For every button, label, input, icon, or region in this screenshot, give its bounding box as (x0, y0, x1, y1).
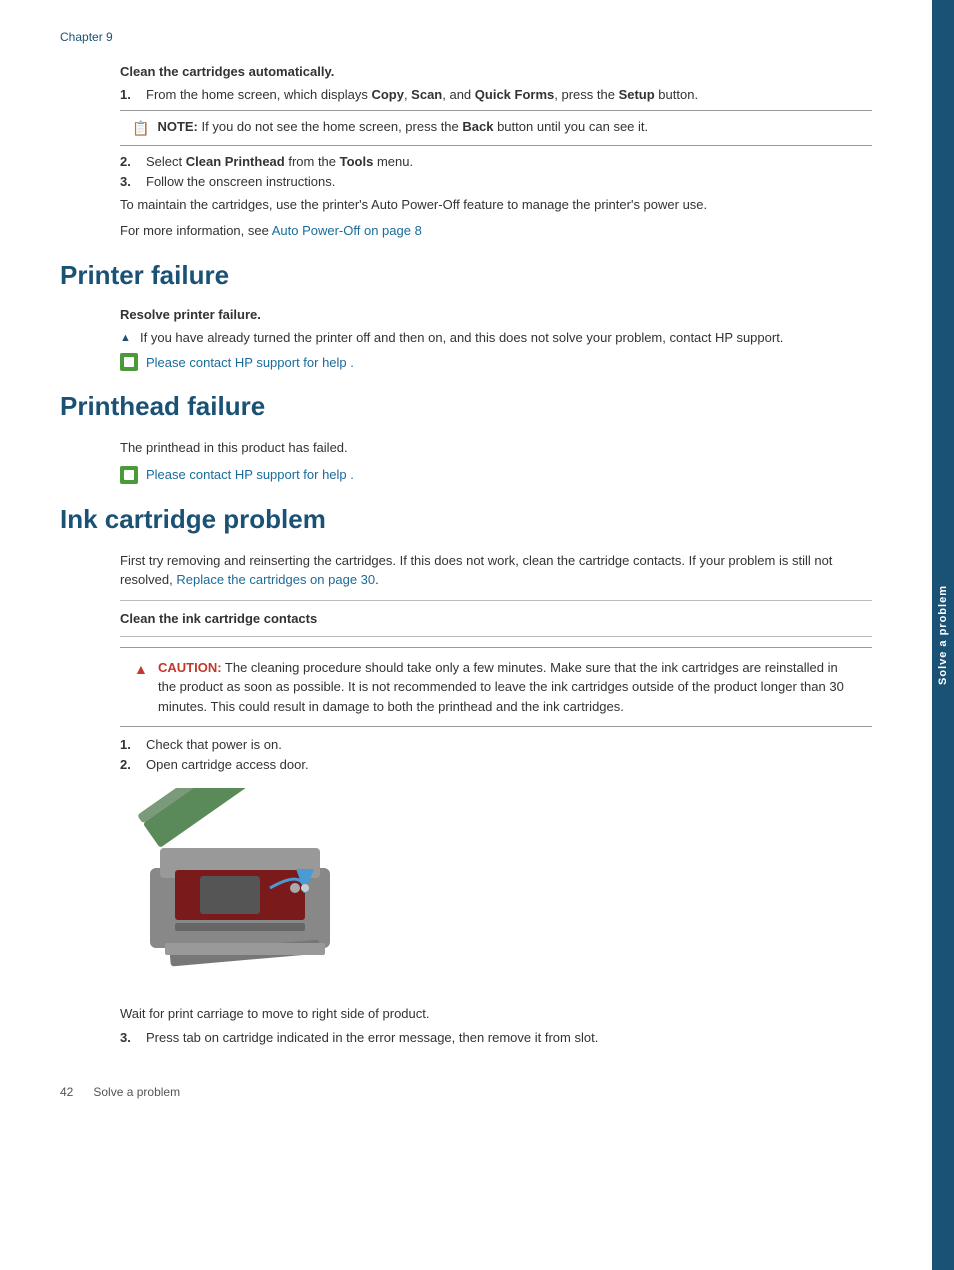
ink-step-2: 2. Open cartridge access door. (120, 757, 872, 772)
clean-contacts-header: Clean the ink cartridge contacts (120, 611, 872, 626)
divider2 (120, 636, 872, 637)
step-2: 2. Select Clean Printhead from the Tools… (120, 154, 872, 169)
footer-page-num: 42 (60, 1085, 73, 1099)
ink-step-3-num: 3. (120, 1030, 140, 1045)
printer-support-link-box: Please contact HP support for help . (120, 353, 872, 371)
resolve-printer-header: Resolve printer failure. (120, 307, 872, 322)
chapter-label: Chapter 9 (60, 30, 872, 44)
note-box: 📋 NOTE: If you do not see the home scree… (120, 110, 872, 146)
ink-step-1-text: Check that power is on. (146, 737, 282, 752)
ink-cartridge-intro: First try removing and reinserting the c… (120, 551, 872, 590)
side-tab: Solve a problem (932, 0, 954, 1270)
more-info-para: For more information, see Auto Power-Off… (120, 221, 872, 241)
step-3-text: Follow the onscreen instructions. (146, 174, 335, 189)
step-2-num: 2. (120, 154, 140, 169)
printer-image (120, 788, 360, 988)
triangle-icon: ▲ (120, 332, 132, 344)
note-text: NOTE: If you do not see the home screen,… (157, 119, 648, 134)
caution-box: ▲ CAUTION: The cleaning procedure should… (120, 647, 872, 728)
page-footer: 42 Solve a problem (60, 1075, 872, 1099)
hp-icon-printer (120, 353, 138, 371)
ink-step-3-text: Press tab on cartridge indicated in the … (146, 1030, 598, 1045)
ink-step-1: 1. Check that power is on. (120, 737, 872, 752)
caution-text: CAUTION: The cleaning procedure should t… (158, 658, 858, 717)
ink-step-1-num: 1. (120, 737, 140, 752)
printhead-support-link-box: Please contact HP support for help . (120, 466, 872, 484)
printer-failure-bullet: ▲ If you have already turned the printer… (120, 330, 872, 345)
replace-cartridges-link[interactable]: Replace the cartridges on page 30 (176, 572, 375, 587)
printer-failure-text: If you have already turned the printer o… (140, 330, 783, 345)
printhead-failure-title: Printhead failure (60, 391, 872, 422)
step-3: 3. Follow the onscreen instructions. (120, 174, 872, 189)
step-1-text: From the home screen, which displays Cop… (146, 87, 698, 102)
printhead-failure-para: The printhead in this product has failed… (120, 438, 872, 458)
ink-step-2-num: 2. (120, 757, 140, 772)
side-tab-label: Solve a problem (937, 585, 949, 685)
note-icon: 📋 (132, 120, 149, 137)
footer-text: Solve a problem (93, 1085, 180, 1099)
step-3-num: 3. (120, 174, 140, 189)
step-1: 1. From the home screen, which displays … (120, 87, 872, 102)
printer-failure-title: Printer failure (60, 260, 872, 291)
clean-cartridges-header: Clean the cartridges automatically. (120, 64, 872, 79)
step-2-text: Select Clean Printhead from the Tools me… (146, 154, 413, 169)
hp-icon-printhead (120, 466, 138, 484)
ink-step-2-text: Open cartridge access door. (146, 757, 309, 772)
ink-step-3: 3. Press tab on cartridge indicated in t… (120, 1030, 872, 1045)
step-1-num: 1. (120, 87, 140, 102)
caution-icon: ▲ (134, 659, 150, 680)
printhead-support-link[interactable]: Please contact HP support for help . (146, 467, 354, 482)
printer-image-container (120, 788, 812, 988)
printer-support-link[interactable]: Please contact HP support for help . (146, 355, 354, 370)
maintain-para: To maintain the cartridges, use the prin… (120, 195, 872, 215)
divider (120, 600, 872, 601)
wait-text: Wait for print carriage to move to right… (120, 1004, 872, 1024)
ink-cartridge-title: Ink cartridge problem (60, 504, 872, 535)
auto-power-off-link[interactable]: Auto Power-Off on page 8 (272, 223, 422, 238)
